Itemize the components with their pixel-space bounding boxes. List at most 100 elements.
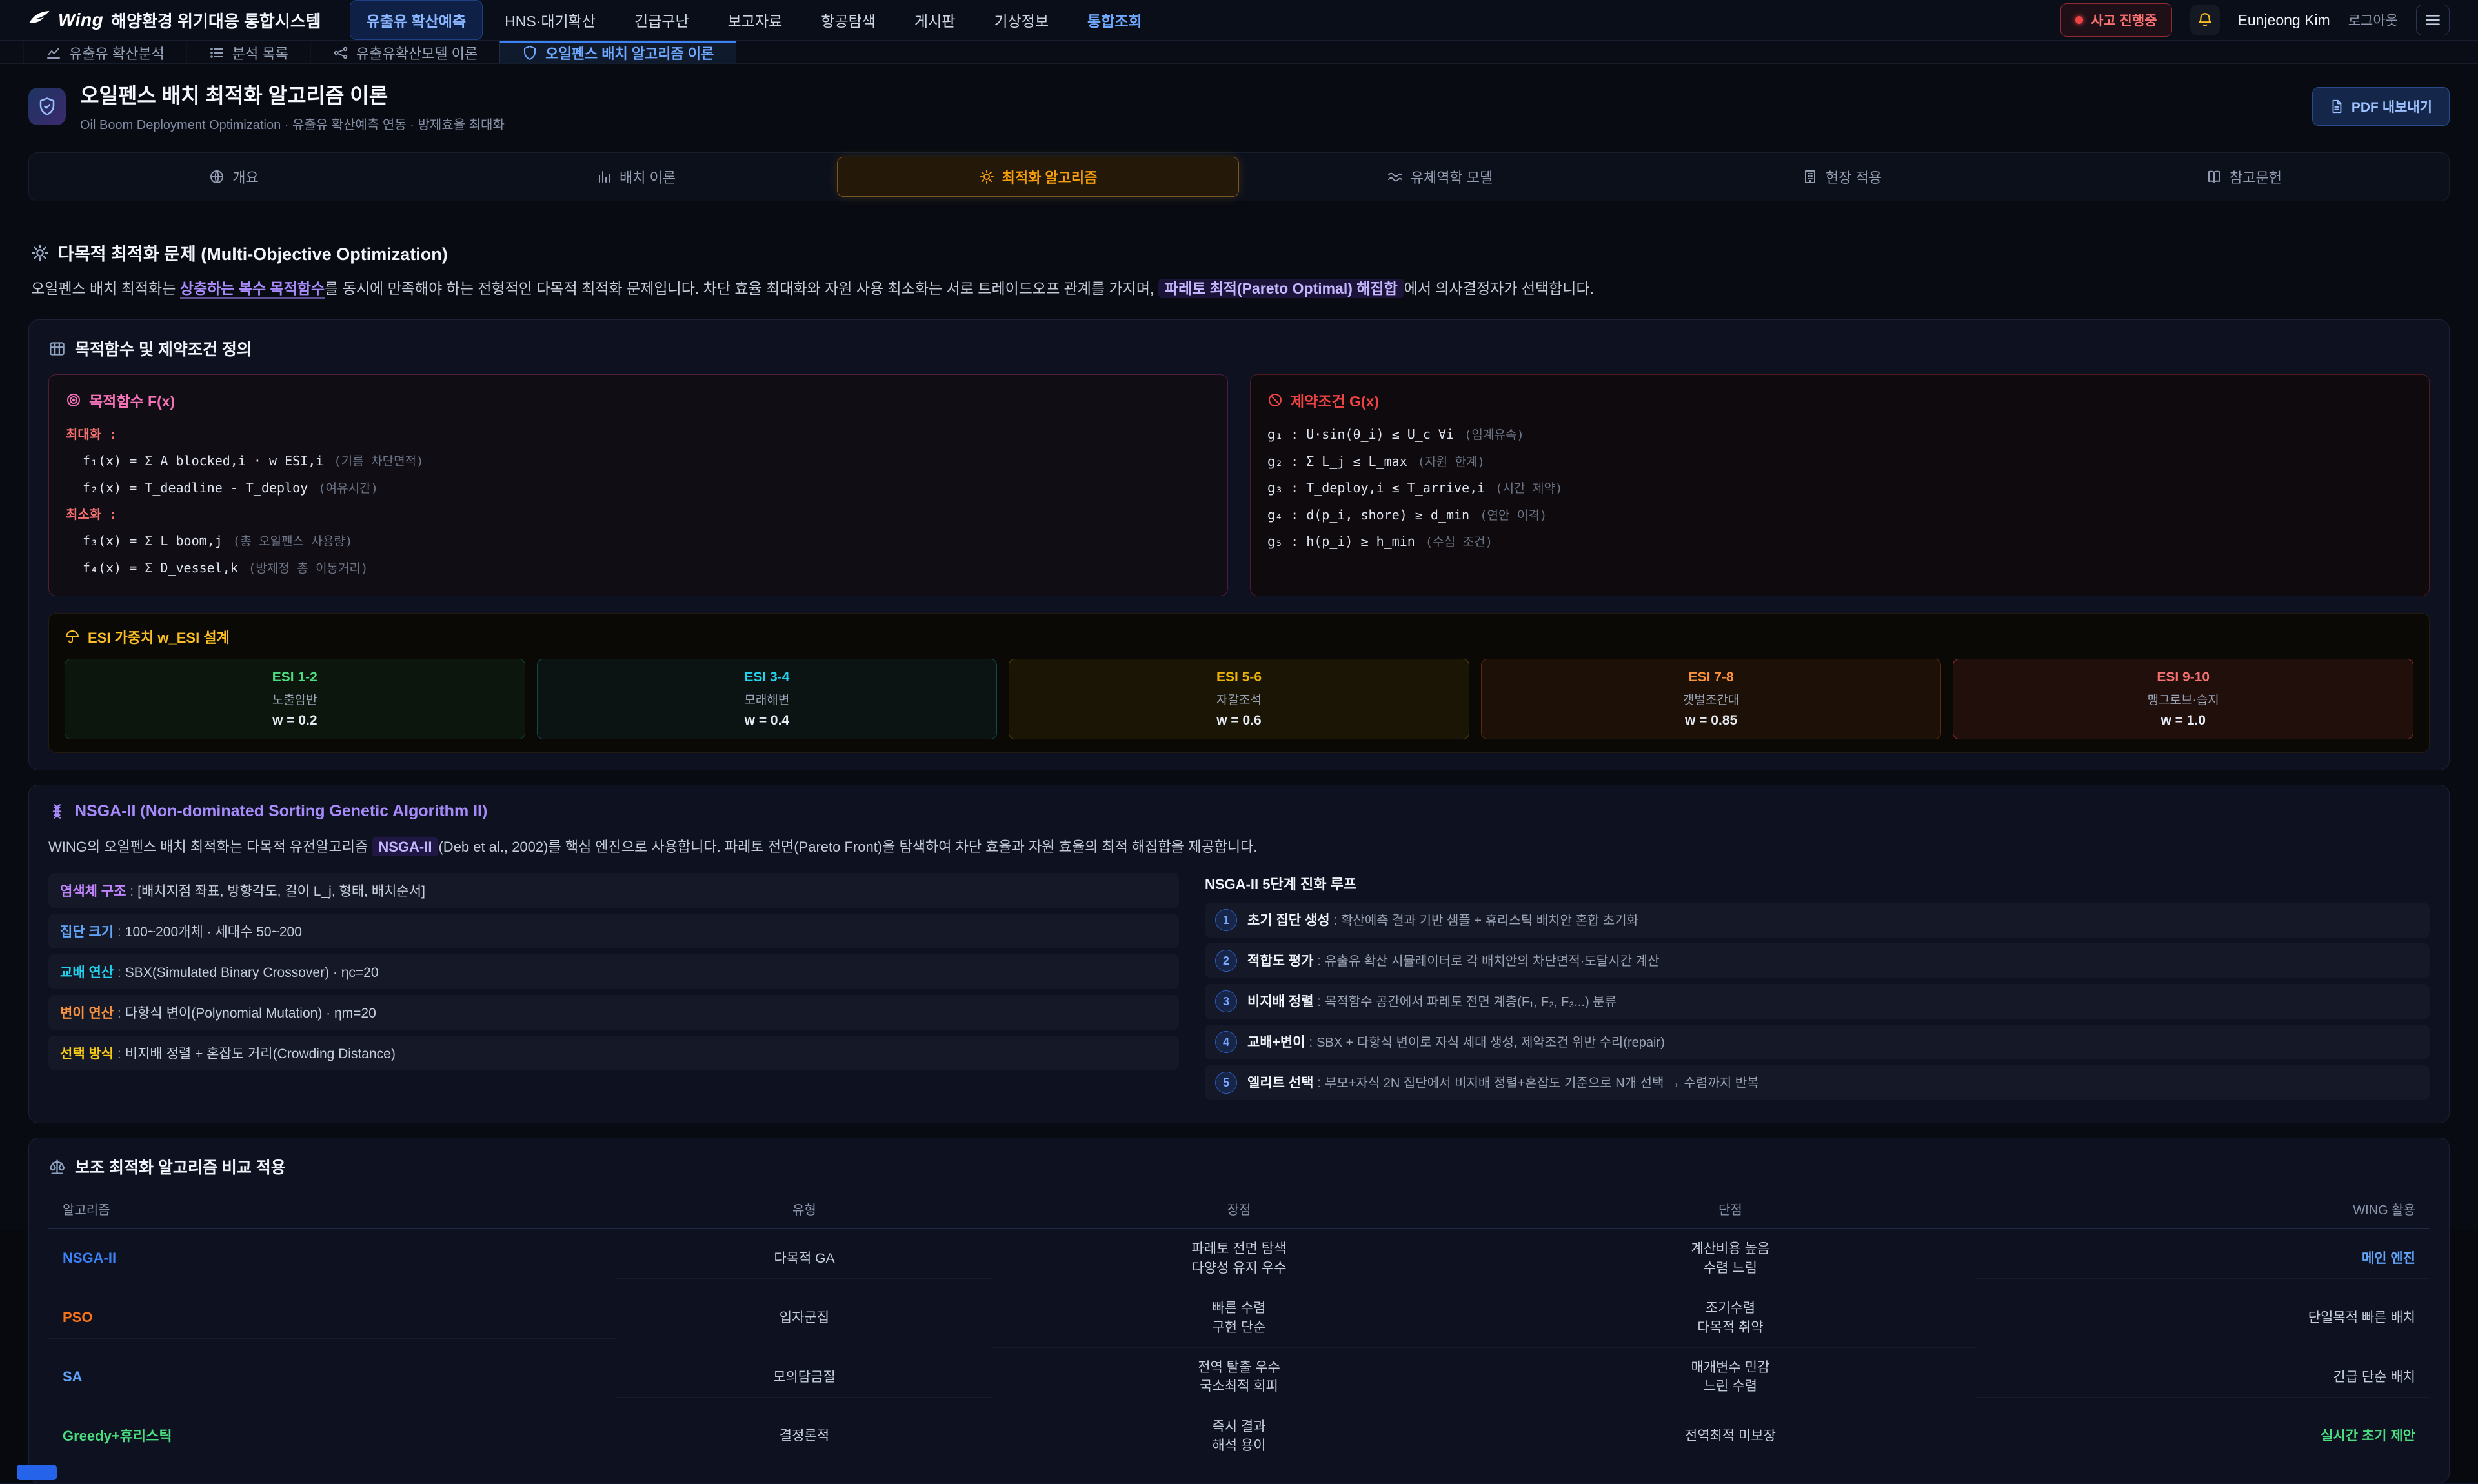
formula: g₂ : Σ L_j ≤ L_max [1267,452,1407,472]
loop-step-1: 1초기 집단 생성확산예측 결과 기반 샘플 + 휴리스틱 배치안 혼합 초기화 [1205,903,2430,938]
section-tab-label: 배치 이론 [620,166,676,187]
menu-button[interactable] [2416,5,2450,35]
ban-icon [1267,392,1283,408]
tab-boom-algorithm-theory[interactable]: 오일펜스 배치 알고리즘 이론 [499,41,736,63]
minimize-label: 최소화 : [66,505,117,525]
tab-label: 분석 목록 [232,43,288,63]
esi-card-3-4: ESI 3-4 모래해변 w = 0.4 [537,659,998,739]
formula: f₃(x) = Σ L_boom,j [83,531,223,551]
footer-widget[interactable] [17,1465,57,1480]
wing-usage: 단일목적 빠른 배치 [1976,1298,2430,1338]
algorithm-name: PSO [48,1298,616,1339]
formula-comment: (수심 조건) [1425,533,1493,552]
section-tab-deployment-theory[interactable]: 배치 이론 [435,157,837,197]
algorithm-cons: 전역최적 미보장 [1485,1416,1976,1456]
loop-step-5: 5엘리트 선택부모+자식 2N 집단에서 비지배 정렬+혼잡도 기준으로 N개 … [1205,1065,2430,1100]
incident-status-badge: 사고 진행중 [2060,3,2171,37]
step-number: 2 [1215,950,1237,972]
algorithm-pros: 파레토 전면 탐색다양성 유지 우수 [993,1229,1484,1288]
esi-title-row: ESI 가중치 w_ESI 설계 [65,627,2413,647]
system-title: 해양환경 위기대응 통합시스템 [111,8,321,32]
nsga-card: NSGA-II (Non-dominated Sorting Genetic A… [28,785,2450,1123]
algorithm-type: 입자군집 [616,1298,994,1338]
constraints-panel: 제약조건 G(x) g₁ : U·sin(θ_i) ≤ U_c ∀i(임계유속)… [1250,374,2430,596]
algorithm-name: SA [48,1357,616,1398]
section-tab-label: 현장 적용 [1826,166,1882,187]
tab-analysis-list[interactable]: 분석 목록 [186,41,310,63]
objective-panel-title: 목적함수 F(x) [89,389,175,411]
esi-card-5-6: ESI 5-6 자갈조석 w = 0.6 [1009,659,1469,739]
gear-icon [31,244,49,262]
formula-comment: (방제정 총 이동거리) [248,559,368,578]
param-row-crossover: 교배 연산SBX(Simulated Binary Crossover) · η… [48,954,1179,989]
tab-label: 유출유확산모델 이론 [356,43,478,63]
esi-range: ESI 7-8 [1489,670,1933,685]
formula: f₄(x) = Σ D_vessel,k [83,558,238,578]
target-icon [66,392,81,408]
notifications-button[interactable] [2190,5,2220,35]
step-number: 3 [1215,990,1237,1012]
nav-item-emergency-rescue[interactable]: 긴급구난 [618,0,706,40]
page-subtitle: Oil Boom Deployment Optimization · 유출유 확… [80,114,505,133]
book-icon [2206,169,2222,185]
wing-logo-icon [28,9,50,31]
section-tab-hydrodynamics-model[interactable]: 유체역학 모델 [1239,157,1641,197]
section-tab-optimization-algorithm[interactable]: 최적화 알고리즘 [837,157,1239,197]
bar-chart-icon [596,169,612,185]
intro-title-row: 다목적 최적화 문제 (Multi-Objective Optimization… [31,240,2447,265]
esi-name: 노출암반 [73,690,517,708]
table-row-greedy: Greedy+휴리스틱 결정론적 즉시 결과해석 용이 전역최적 미보장 실시간… [48,1407,2430,1466]
app-logo[interactable]: Wing 해양환경 위기대응 통합시스템 [28,8,321,32]
esi-range: ESI 3-4 [545,670,989,685]
section-tabs: 개요 배치 이론 최적화 알고리즘 유체역학 모델 현장 적용 참고문헌 [28,152,2450,201]
nav-item-reports[interactable]: 보고자료 [711,0,800,40]
section-tab-overview[interactable]: 개요 [33,157,435,197]
compare-card: 보조 최적화 알고리즘 비교 적용 알고리즘 유형 장점 단점 WING 활용 … [28,1138,2450,1483]
nav-item-hns-atmospheric[interactable]: HNS·대기확산 [488,0,612,40]
section-tab-label: 개요 [232,166,258,187]
nav-item-aerial-search[interactable]: 항공탐색 [804,0,892,40]
formula-comment: (연안 이격) [1480,506,1547,525]
algorithm-cons: 매개변수 민감느린 수렴 [1485,1348,1976,1407]
constraints-panel-title-row: 제약조건 G(x) [1267,389,2412,411]
esi-name: 모래해변 [545,690,989,708]
tab-label: 오일펜스 배치 알고리즘 이론 [545,43,714,63]
tab-spread-analysis[interactable]: 유출유 확산분석 [23,41,186,63]
logout-link[interactable]: 로그아웃 [2348,10,2398,30]
col-header-wing-usage: WING 활용 [1976,1192,2430,1229]
nav-item-weather[interactable]: 기상정보 [977,0,1065,40]
table-row-sa: SA 모의담금질 전역 탈출 우수국소최적 회피 매개변수 민감느린 수렴 긴급… [48,1348,2430,1407]
col-header-type: 유형 [616,1192,994,1229]
algorithm-type: 모의담금질 [616,1358,994,1398]
nsga-evolution-loop: NSGA-II 5단계 진화 루프 1초기 집단 생성확산예측 결과 기반 샘플… [1205,873,2430,1106]
algorithm-type: 다목적 GA [616,1239,994,1279]
pdf-export-button[interactable]: PDF 내보내기 [2312,87,2450,126]
section-tab-references[interactable]: 참고문헌 [2043,157,2445,197]
param-row-selection: 선택 방식비지배 정렬 + 혼잡도 거리(Crowding Distance) [48,1036,1179,1070]
table-row-pso: PSO 입자군집 빠른 수렴구현 단순 조기수렴다목적 취약 단일목적 빠른 배… [48,1288,2430,1348]
tab-spread-model-theory[interactable]: 유출유확산모델 이론 [310,41,499,63]
intro-paragraph: 오일펜스 배치 최적화는 상충하는 복수 목적함수를 동시에 만족해야 하는 전… [31,276,2447,301]
nav-item-oil-spill-prediction[interactable]: 유출유 확산예측 [350,0,483,40]
red-dot-icon [2075,16,2083,24]
definition-title-row: 목적함수 및 제약조건 정의 [48,337,2430,360]
formula: g₄ : d(p_i, shore) ≥ d_min [1267,505,1469,525]
loop-title: NSGA-II 5단계 진화 루프 [1205,873,2430,894]
list-icon [209,45,225,61]
definition-title: 목적함수 및 제약조건 정의 [75,337,252,360]
highlight-pareto: 파레토 최적(Pareto Optimal) 해집합 [1158,279,1404,298]
formula: g₅ : h(p_i) ≥ h_min [1267,532,1415,552]
algorithms-table: 알고리즘 유형 장점 단점 WING 활용 NSGA-II 다목적 GA 파레토… [48,1192,2430,1465]
algorithm-pros: 전역 탈출 우수국소최적 회피 [993,1348,1484,1407]
esi-title: ESI 가중치 w_ESI 설계 [88,627,230,647]
nav-item-board[interactable]: 게시판 [898,0,972,40]
esi-range: ESI 5-6 [1017,670,1461,685]
section-tab-label: 참고문헌 [2230,166,2282,187]
incident-status-label: 사고 진행중 [2091,10,2157,30]
section-tab-field-application[interactable]: 현장 적용 [1641,157,2043,197]
nav-item-integrated-search[interactable]: 통합조회 [1071,0,1159,40]
objective-panel-title-row: 목적함수 F(x) [66,389,1211,411]
compare-title-row: 보조 최적화 알고리즘 비교 적용 [48,1155,2430,1178]
esi-card-7-8: ESI 7-8 갯벌조간대 w = 0.85 [1481,659,1942,739]
step-number: 4 [1215,1031,1237,1053]
